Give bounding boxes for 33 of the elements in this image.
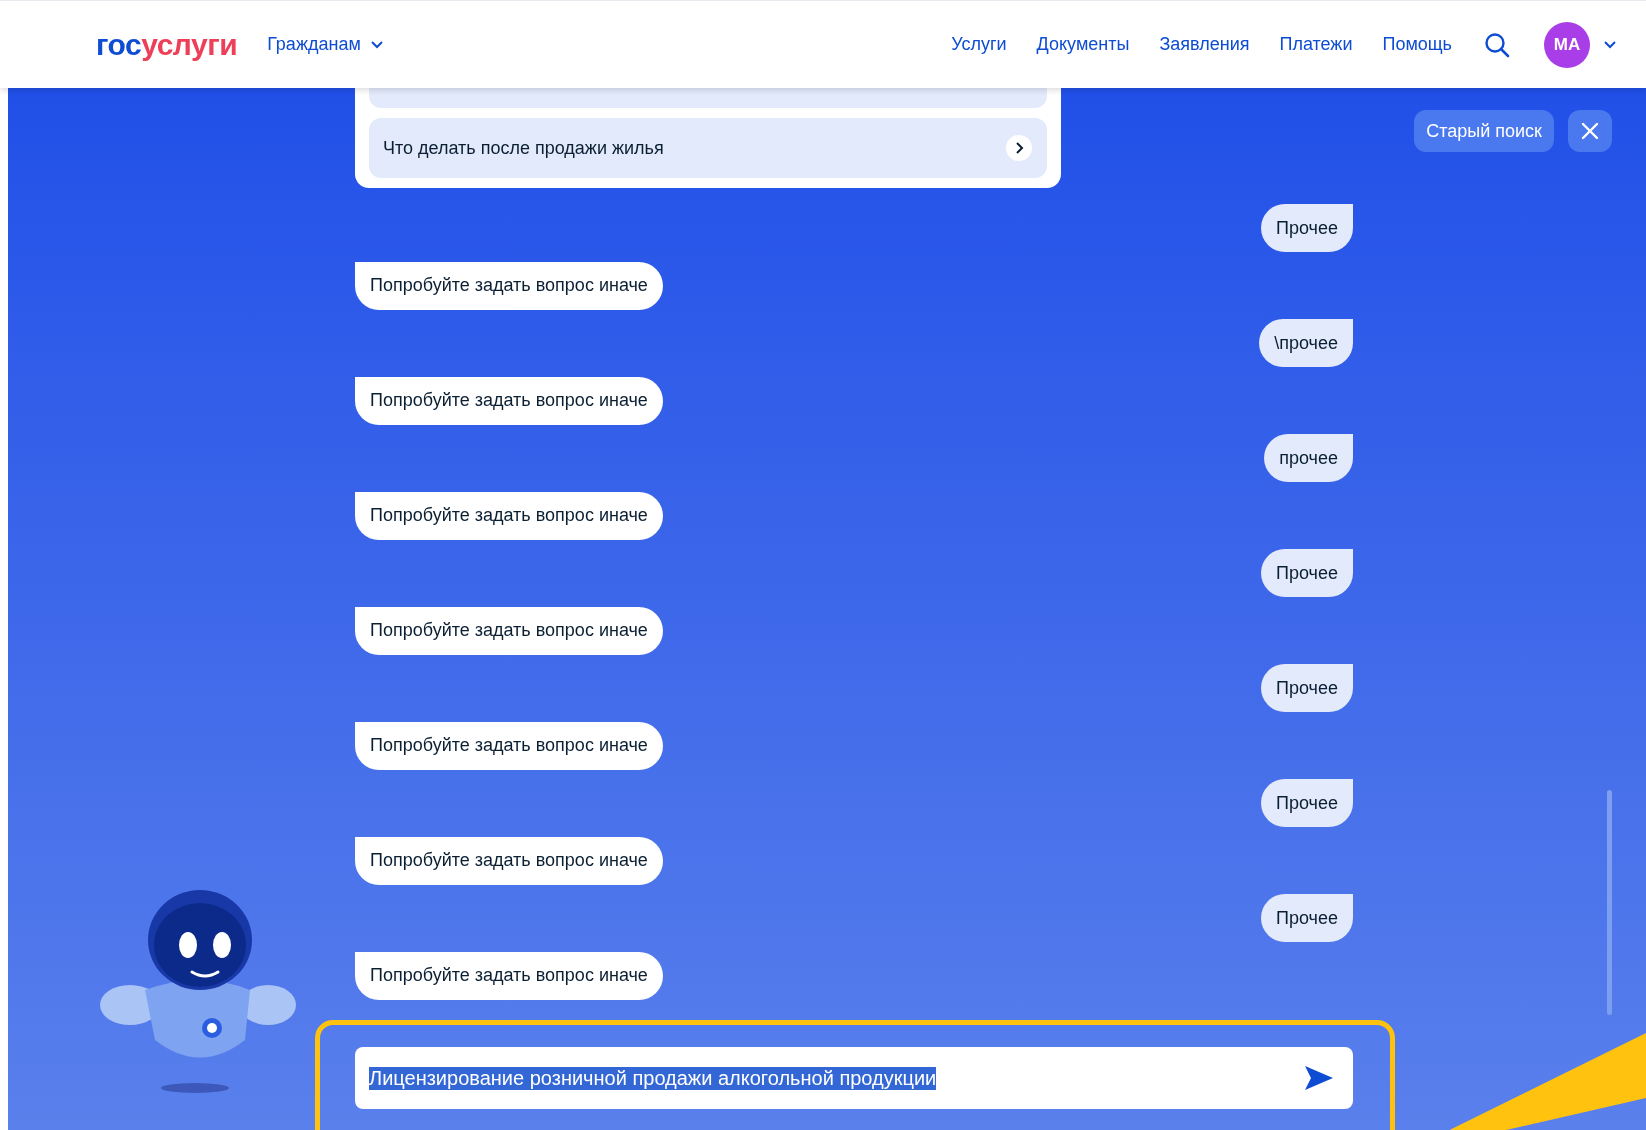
user-message: Прочее xyxy=(1261,549,1353,597)
bot-message: Попробуйте задать вопрос иначе xyxy=(355,491,663,540)
chevron-down-icon[interactable] xyxy=(1604,40,1616,49)
scrollbar[interactable] xyxy=(1607,790,1612,1015)
close-icon xyxy=(1581,122,1599,140)
bot-message: Попробуйте задать вопрос иначе xyxy=(355,376,663,425)
bot-message: Попробуйте задать вопрос иначе xyxy=(355,836,663,885)
chat-input-field[interactable]: Лицензирование розничной продажи алкогольной продукции xyxy=(355,1047,1353,1109)
site-logo[interactable]: госуслуги xyxy=(96,27,238,62)
close-button[interactable] xyxy=(1568,110,1612,152)
search-icon[interactable] xyxy=(1484,31,1510,58)
nav-link[interactable]: Заявления xyxy=(1159,34,1250,55)
nav-link[interactable]: Помощь xyxy=(1382,34,1452,55)
user-avatar[interactable]: МА xyxy=(1544,21,1590,68)
nav-link[interactable]: Документы xyxy=(1036,34,1130,55)
bot-message: Попробуйте задать вопрос иначе xyxy=(355,951,663,1000)
bot-message: Попробуйте задать вопрос иначе xyxy=(355,721,663,770)
nav-link[interactable]: Услуги xyxy=(951,34,1007,55)
nav-link[interactable]: Платежи xyxy=(1279,34,1353,55)
chevron-right-icon xyxy=(1005,134,1033,162)
send-icon[interactable] xyxy=(1303,1064,1335,1092)
user-message: \прочее xyxy=(1259,319,1353,367)
chevron-down-icon xyxy=(370,40,383,49)
user-message: прочее xyxy=(1264,434,1353,482)
user-message: Прочее xyxy=(1261,894,1353,942)
bot-message: Попробуйте задать вопрос иначе xyxy=(355,261,663,310)
audience-dropdown[interactable]: Гражданам xyxy=(267,34,383,55)
suggestion-item[interactable]: Что делать после продажи жилья xyxy=(369,118,1047,178)
user-message: Прочее xyxy=(1261,664,1353,712)
bot-message: Попробуйте задать вопрос иначе xyxy=(355,606,663,655)
user-message: Прочее xyxy=(1261,779,1353,827)
old-search-button[interactable]: Старый поиск xyxy=(1414,110,1554,152)
user-message: Прочее xyxy=(1261,204,1353,252)
